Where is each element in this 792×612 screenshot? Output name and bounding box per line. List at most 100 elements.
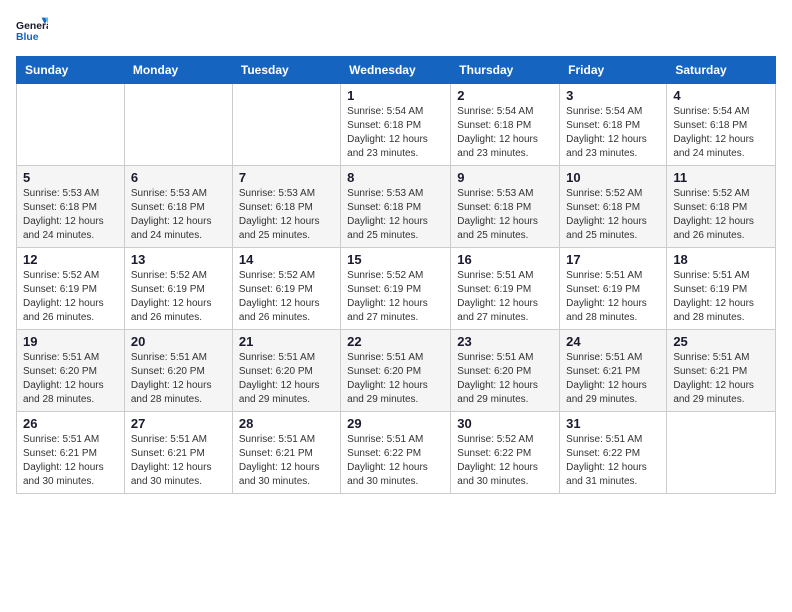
day-number: 2 xyxy=(457,88,553,103)
calendar-week-row: 12 Sunrise: 5:52 AMSunset: 6:19 PMDayligh… xyxy=(17,248,776,330)
calendar-cell: 21 Sunrise: 5:51 AMSunset: 6:20 PMDayligh… xyxy=(232,330,340,412)
day-info: Sunrise: 5:51 AMSunset: 6:19 PMDaylight:… xyxy=(566,269,660,325)
calendar-cell: 6Sunrise: 5:53 AMSunset: 6:18 PMDaylight… xyxy=(124,166,232,248)
calendar-cell: 24Sunrise: 5:51 AMSunset: 6:21 PMDayligh… xyxy=(560,330,667,412)
day-number: 21 xyxy=(239,334,334,349)
day-number: 10 xyxy=(566,170,660,185)
day-info: Sunrise: 5:51 AMSunset: 6:20 PMDaylight:… xyxy=(23,351,118,407)
day-info: Sunrise: 5:51 AMSunset: 6:20 PMDaylight:… xyxy=(457,351,553,407)
calendar-header-row: SundayMondayTuesdayWednesdayThursdayFrid… xyxy=(17,57,776,84)
day-info: Sunrise: 5:51 AMSunset: 6:20 PMDaylight:… xyxy=(131,351,226,407)
day-number: 27 xyxy=(131,416,226,431)
calendar-cell: 8 Sunrise: 5:53 AMSunset: 6:18 PMDaylight… xyxy=(341,166,451,248)
day-info: Sunrise: 5:53 AMSunset: 6:18 PMDaylight:… xyxy=(239,187,334,243)
svg-text:General: General xyxy=(16,21,48,32)
day-info: Sunrise: 5:54 AMSunset: 6:18 PMDaylight:… xyxy=(457,105,553,161)
day-info: Sunrise: 5:51 AMSunset: 6:21 PMDaylight:… xyxy=(566,351,660,407)
day-number: 23 xyxy=(457,334,553,349)
day-number: 11 xyxy=(673,170,769,185)
svg-text:Blue: Blue xyxy=(16,32,39,43)
calendar-cell: 18Sunrise: 5:51 AMSunset: 6:19 PMDayligh… xyxy=(667,248,776,330)
calendar-cell: 13 Sunrise: 5:52 AMSunset: 6:19 PMDayligh… xyxy=(124,248,232,330)
day-info: Sunrise: 5:51 AMSunset: 6:21 PMDaylight:… xyxy=(131,433,226,489)
day-number: 26 xyxy=(23,416,118,431)
day-info: Sunrise: 5:51 AMSunset: 6:22 PMDaylight:… xyxy=(347,433,444,489)
calendar-cell: 23 Sunrise: 5:51 AMSunset: 6:20 PMDayligh… xyxy=(451,330,560,412)
calendar-cell: 9Sunrise: 5:53 AMSunset: 6:18 PMDaylight… xyxy=(451,166,560,248)
day-info: Sunrise: 5:52 AMSunset: 6:22 PMDaylight:… xyxy=(457,433,553,489)
calendar-cell: 30 Sunrise: 5:52 AMSunset: 6:22 PMDayligh… xyxy=(451,412,560,494)
calendar-cell: 7 Sunrise: 5:53 AMSunset: 6:18 PMDaylight… xyxy=(232,166,340,248)
day-info: Sunrise: 5:52 AMSunset: 6:19 PMDaylight:… xyxy=(347,269,444,325)
day-of-week-header: Tuesday xyxy=(232,57,340,84)
day-info: Sunrise: 5:54 AMSunset: 6:18 PMDaylight:… xyxy=(673,105,769,161)
day-number: 16 xyxy=(457,252,553,267)
calendar-week-row: 26 Sunrise: 5:51 AMSunset: 6:21 PMDayligh… xyxy=(17,412,776,494)
day-number: 28 xyxy=(239,416,334,431)
day-info: Sunrise: 5:51 AMSunset: 6:20 PMDaylight:… xyxy=(239,351,334,407)
calendar-cell xyxy=(232,84,340,166)
calendar-cell: 1 Sunrise: 5:54 AMSunset: 6:18 PMDaylight… xyxy=(341,84,451,166)
calendar-cell: 15 Sunrise: 5:52 AMSunset: 6:19 PMDayligh… xyxy=(341,248,451,330)
day-info: Sunrise: 5:51 AMSunset: 6:21 PMDaylight:… xyxy=(673,351,769,407)
calendar-cell: 10Sunrise: 5:52 AMSunset: 6:18 PMDayligh… xyxy=(560,166,667,248)
day-info: Sunrise: 5:52 AMSunset: 6:19 PMDaylight:… xyxy=(23,269,118,325)
calendar-cell: 25Sunrise: 5:51 AMSunset: 6:21 PMDayligh… xyxy=(667,330,776,412)
calendar-week-row: 19 Sunrise: 5:51 AMSunset: 6:20 PMDayligh… xyxy=(17,330,776,412)
day-number: 8 xyxy=(347,170,444,185)
day-info: Sunrise: 5:51 AMSunset: 6:19 PMDaylight:… xyxy=(457,269,553,325)
day-number: 19 xyxy=(23,334,118,349)
day-of-week-header: Monday xyxy=(124,57,232,84)
day-number: 13 xyxy=(131,252,226,267)
day-info: Sunrise: 5:52 AMSunset: 6:19 PMDaylight:… xyxy=(239,269,334,325)
calendar-cell: 3 Sunrise: 5:54 AMSunset: 6:18 PMDaylight… xyxy=(560,84,667,166)
calendar-cell: 22Sunrise: 5:51 AMSunset: 6:20 PMDayligh… xyxy=(341,330,451,412)
day-info: Sunrise: 5:51 AMSunset: 6:21 PMDaylight:… xyxy=(239,433,334,489)
logo-icon: General Blue xyxy=(16,16,48,44)
day-number: 1 xyxy=(347,88,444,103)
calendar-cell: 26 Sunrise: 5:51 AMSunset: 6:21 PMDayligh… xyxy=(17,412,125,494)
day-number: 29 xyxy=(347,416,444,431)
calendar-cell: 2 Sunrise: 5:54 AMSunset: 6:18 PMDaylight… xyxy=(451,84,560,166)
calendar-week-row: 1 Sunrise: 5:54 AMSunset: 6:18 PMDaylight… xyxy=(17,84,776,166)
page-header: General Blue xyxy=(16,16,776,44)
day-number: 3 xyxy=(566,88,660,103)
day-of-week-header: Thursday xyxy=(451,57,560,84)
day-of-week-header: Saturday xyxy=(667,57,776,84)
calendar-cell: 12 Sunrise: 5:52 AMSunset: 6:19 PMDayligh… xyxy=(17,248,125,330)
day-number: 5 xyxy=(23,170,118,185)
calendar-cell: 27 Sunrise: 5:51 AMSunset: 6:21 PMDayligh… xyxy=(124,412,232,494)
day-number: 30 xyxy=(457,416,553,431)
calendar-cell: 17 Sunrise: 5:51 AMSunset: 6:19 PMDayligh… xyxy=(560,248,667,330)
day-number: 20 xyxy=(131,334,226,349)
day-number: 7 xyxy=(239,170,334,185)
day-number: 12 xyxy=(23,252,118,267)
calendar-cell: 14 Sunrise: 5:52 AMSunset: 6:19 PMDayligh… xyxy=(232,248,340,330)
calendar-cell: 28 Sunrise: 5:51 AMSunset: 6:21 PMDayligh… xyxy=(232,412,340,494)
calendar-cell xyxy=(667,412,776,494)
day-info: Sunrise: 5:51 AMSunset: 6:21 PMDaylight:… xyxy=(23,433,118,489)
calendar-cell: 16 Sunrise: 5:51 AMSunset: 6:19 PMDayligh… xyxy=(451,248,560,330)
day-of-week-header: Wednesday xyxy=(341,57,451,84)
calendar-cell xyxy=(17,84,125,166)
day-number: 17 xyxy=(566,252,660,267)
day-number: 14 xyxy=(239,252,334,267)
day-info: Sunrise: 5:53 AMSunset: 6:18 PMDaylight:… xyxy=(23,187,118,243)
calendar-cell: 11Sunrise: 5:52 AMSunset: 6:18 PMDayligh… xyxy=(667,166,776,248)
day-of-week-header: Friday xyxy=(560,57,667,84)
day-info: Sunrise: 5:51 AMSunset: 6:20 PMDaylight:… xyxy=(347,351,444,407)
day-info: Sunrise: 5:52 AMSunset: 6:19 PMDaylight:… xyxy=(131,269,226,325)
day-info: Sunrise: 5:53 AMSunset: 6:18 PMDaylight:… xyxy=(347,187,444,243)
calendar-cell: 20 Sunrise: 5:51 AMSunset: 6:20 PMDayligh… xyxy=(124,330,232,412)
day-info: Sunrise: 5:54 AMSunset: 6:18 PMDaylight:… xyxy=(566,105,660,161)
calendar-cell: 31Sunrise: 5:51 AMSunset: 6:22 PMDayligh… xyxy=(560,412,667,494)
day-number: 18 xyxy=(673,252,769,267)
day-number: 9 xyxy=(457,170,553,185)
calendar-week-row: 5 Sunrise: 5:53 AMSunset: 6:18 PMDaylight… xyxy=(17,166,776,248)
day-of-week-header: Sunday xyxy=(17,57,125,84)
day-info: Sunrise: 5:54 AMSunset: 6:18 PMDaylight:… xyxy=(347,105,444,161)
calendar-cell: 5 Sunrise: 5:53 AMSunset: 6:18 PMDaylight… xyxy=(17,166,125,248)
calendar-cell: 29 Sunrise: 5:51 AMSunset: 6:22 PMDayligh… xyxy=(341,412,451,494)
day-info: Sunrise: 5:53 AMSunset: 6:18 PMDaylight:… xyxy=(131,187,226,243)
day-number: 15 xyxy=(347,252,444,267)
